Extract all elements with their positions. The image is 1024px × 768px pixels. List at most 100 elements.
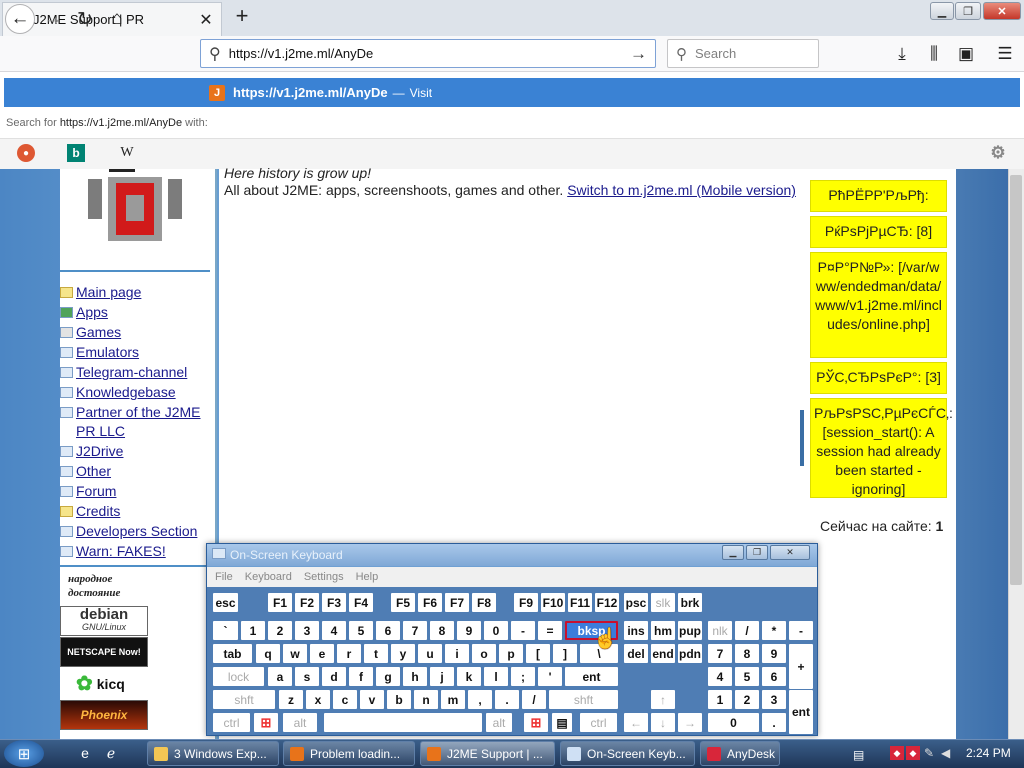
nav-emulators[interactable]: Emulators (60, 343, 215, 362)
taskbar-item-5[interactable]: AnyDesk (700, 741, 780, 766)
osk-key-shft[interactable]: shft (213, 690, 275, 709)
osk-key-u[interactable]: u (418, 644, 442, 663)
duckduckgo-icon[interactable]: ● (17, 144, 35, 162)
osk-key-1[interactable]: 1 (241, 621, 265, 640)
osk-maximize-icon[interactable]: ❐ (746, 545, 768, 560)
osk-close-icon[interactable]: ✕ (770, 545, 810, 560)
osk-key-t[interactable]: t (364, 644, 388, 663)
osk-key-ins[interactable]: ins (624, 621, 648, 640)
osk-key-psc[interactable]: psc (624, 593, 648, 612)
osk-menu-keyboard[interactable]: Keyboard (245, 571, 292, 583)
osk-key-hm[interactable]: hm (651, 621, 675, 640)
osk-key-menu[interactable]: ▤ (552, 713, 572, 732)
osk-key-4[interactable]: 4 (322, 621, 346, 640)
osk-key-f6[interactable]: F6 (418, 593, 442, 612)
osk-key-symbol[interactable]: ← (624, 713, 648, 732)
taskbar-item-4[interactable]: On-Screen Keyb... (560, 741, 695, 766)
osk-key-1[interactable]: 1 (708, 690, 732, 709)
anydesk-tray-icon[interactable]: ◆ (906, 746, 920, 760)
osk-key-win[interactable]: ⊞ (524, 713, 548, 732)
osk-key-brk[interactable]: brk (678, 593, 702, 612)
osk-key-f[interactable]: f (349, 667, 373, 686)
osk-key-k[interactable]: k (457, 667, 481, 686)
phoenix-badge[interactable]: Phoenix (60, 700, 148, 730)
osk-key-shft[interactable]: shft (549, 690, 618, 709)
close-tab-icon[interactable]: ✕ (197, 10, 215, 30)
minimize-window-icon[interactable]: ▁ (930, 2, 954, 20)
osk-key-i[interactable]: i (445, 644, 469, 663)
osk-key-8[interactable]: 8 (430, 621, 454, 640)
osk-key-0[interactable]: 0 (708, 713, 759, 732)
gear-icon[interactable]: ⚙ (989, 143, 1007, 162)
osk-key-nlk[interactable]: nlk (708, 621, 732, 640)
kicq-badge[interactable]: ✿ kicq (76, 671, 125, 696)
osk-key-ent[interactable]: ent (789, 690, 813, 734)
osk-key-a[interactable]: a (268, 667, 292, 686)
maximize-window-icon[interactable]: ❐ (955, 2, 981, 20)
osk-key-h[interactable]: h (403, 667, 427, 686)
osk-key-c[interactable]: c (333, 690, 357, 709)
osk-key-n[interactable]: n (414, 690, 438, 709)
osk-key-5[interactable]: 5 (735, 667, 759, 686)
nav-games[interactable]: Games (60, 323, 215, 342)
tray-app-icon[interactable]: ▤ (853, 748, 864, 762)
osk-key-f3[interactable]: F3 (322, 593, 346, 612)
osk-menu-help[interactable]: Help (356, 571, 379, 583)
osk-key-d[interactable]: d (322, 667, 346, 686)
osk-key-symbol[interactable]: ` (213, 621, 238, 640)
osk-key-l[interactable]: l (484, 667, 508, 686)
osk-key-4[interactable]: 4 (708, 667, 732, 686)
osk-key-w[interactable]: w (283, 644, 307, 663)
osk-key-g[interactable]: g (376, 667, 400, 686)
osk-key-symbol[interactable]: / (735, 621, 759, 640)
new-tab-icon[interactable]: + (230, 4, 254, 30)
nav-knowledgebase[interactable]: Knowledgebase (60, 383, 215, 402)
osk-key-0[interactable]: 0 (484, 621, 508, 640)
osk-key-m[interactable]: m (441, 690, 465, 709)
library-icon[interactable]: ⫼ (921, 41, 947, 67)
url-input[interactable]: https://v1.j2me.ml/AnyDe (229, 46, 630, 61)
nav-developers-section[interactable]: Developers Section (60, 522, 215, 541)
internet-explorer-icon[interactable]: e (75, 743, 95, 763)
osk-key-ctrl[interactable]: ctrl (213, 713, 250, 732)
osk-key-symbol[interactable]: ; (511, 667, 535, 686)
osk-key-e[interactable]: e (310, 644, 334, 663)
osk-key-z[interactable]: z (279, 690, 303, 709)
debian-badge[interactable]: debian GNU/Linux (60, 606, 148, 636)
osk-key-win[interactable]: ⊞ (254, 713, 278, 732)
osk-key-symbol[interactable]: , (468, 690, 492, 709)
osk-key-pup[interactable]: pup (678, 621, 702, 640)
osk-key-5[interactable]: 5 (349, 621, 373, 640)
osk-key-f4[interactable]: F4 (349, 593, 373, 612)
network-icon[interactable]: ✎ (924, 746, 934, 760)
osk-key-y[interactable]: y (391, 644, 415, 663)
osk-key-f9[interactable]: F9 (514, 593, 538, 612)
osk-key-b[interactable]: b (387, 690, 411, 709)
taskbar-item-2[interactable]: Problem loadin... (283, 741, 415, 766)
osk-key-del[interactable]: del (624, 644, 648, 663)
osk-key-symbol[interactable]: - (789, 621, 813, 640)
osk-key-f12[interactable]: F12 (595, 593, 619, 612)
menu-icon[interactable]: ☰ (992, 41, 1018, 67)
back-icon[interactable]: ← (5, 4, 35, 34)
osk-key-v[interactable]: v (360, 690, 384, 709)
osk-menu-settings[interactable]: Settings (304, 571, 344, 583)
osk-key-symbol[interactable]: → (678, 713, 702, 732)
nav-apps[interactable]: Apps (60, 303, 215, 322)
ie-quicklaunch-icon[interactable]: ℯ (101, 743, 121, 763)
osk-key-symbol[interactable]: ↓ (651, 713, 675, 732)
sidebar-icon[interactable]: ▣ (953, 41, 979, 67)
osk-key-f11[interactable]: F11 (568, 593, 592, 612)
nav-other[interactable]: Other (60, 462, 215, 481)
mobile-version-link[interactable]: Switch to m.j2me.ml (Mobile version) (567, 182, 796, 198)
taskbar-item-3[interactable]: J2ME Support | ... (420, 741, 555, 766)
osk-key-tab[interactable]: tab (213, 644, 252, 663)
osk-key-s[interactable]: s (295, 667, 319, 686)
reload-icon[interactable]: ↻ (70, 4, 100, 34)
forward-icon[interactable]: → (38, 4, 68, 34)
nav-credits[interactable]: Credits (60, 502, 215, 521)
osk-key-3[interactable]: 3 (762, 690, 786, 709)
osk-key-7[interactable]: 7 (403, 621, 427, 640)
osk-key-o[interactable]: o (472, 644, 496, 663)
osk-key-p[interactable]: p (499, 644, 523, 663)
